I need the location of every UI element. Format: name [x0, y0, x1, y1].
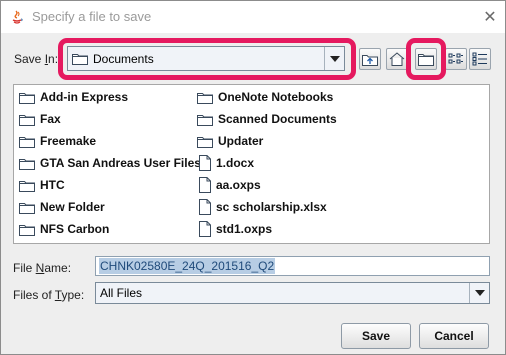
chevron-down-icon [474, 290, 485, 296]
list-view-button[interactable] [445, 48, 467, 70]
list-item[interactable]: 1.docx [199, 154, 254, 172]
title-bar: Specify a file to save ✕ [1, 1, 505, 33]
folder-icon [19, 202, 35, 214]
files-of-type-value: All Files [100, 286, 143, 300]
file-icon [199, 199, 211, 215]
window-title: Specify a file to save [32, 9, 152, 24]
save-in-label: Save In: [14, 52, 59, 66]
save-button[interactable]: Save [341, 323, 411, 349]
list-item[interactable]: Scanned Documents [197, 110, 337, 128]
file-icon [199, 177, 211, 193]
list-item[interactable]: GTA San Andreas User Files [19, 154, 201, 172]
new-folder-highlight [406, 38, 446, 80]
list-item[interactable]: Fax [19, 110, 61, 128]
folder-icon [19, 180, 35, 192]
cancel-button[interactable]: Cancel [419, 323, 489, 349]
files-of-type-label: Files of Type: [13, 288, 85, 302]
folder-icon [19, 224, 35, 236]
list-view-icon [448, 53, 463, 64]
folder-icon [19, 158, 35, 170]
folder-icon [197, 136, 213, 148]
folder-icon [197, 114, 213, 126]
folder-icon [19, 114, 35, 126]
list-item[interactable]: Add-in Express [19, 88, 128, 106]
save-dialog: Specify a file to save ✕ Save In: Docume… [0, 0, 506, 355]
list-item[interactable]: NFS Carbon [19, 220, 109, 238]
folder-icon [19, 136, 35, 148]
up-one-level-button[interactable] [359, 48, 381, 70]
file-icon [199, 221, 211, 237]
close-icon: ✕ [483, 6, 497, 26]
file-name-input[interactable]: CHNK02580E_24Q_201516_Q2 [95, 256, 490, 276]
list-item[interactable]: aa.oxps [199, 176, 261, 194]
list-item[interactable]: sc scholarship.xlsx [199, 198, 327, 216]
home-icon [389, 52, 405, 66]
file-icon [199, 155, 211, 171]
java-icon [12, 10, 23, 24]
list-item[interactable]: Freemake [19, 132, 96, 150]
file-name-label: File Name: [13, 261, 72, 275]
details-view-icon [472, 52, 487, 66]
files-of-type-dropdown-arrow[interactable] [469, 283, 489, 303]
list-item[interactable]: New Folder [19, 198, 105, 216]
up-folder-icon [362, 55, 378, 66]
list-item[interactable]: Updater [197, 132, 263, 150]
files-of-type-combo[interactable]: All Files [95, 282, 490, 304]
file-name-value: CHNK02580E_24Q_201516_Q2 [99, 258, 276, 274]
close-button[interactable]: ✕ [475, 1, 505, 31]
home-button[interactable] [386, 48, 408, 70]
list-item[interactable]: HTC [19, 176, 65, 194]
list-item[interactable]: OneNote Notebooks [197, 88, 333, 106]
details-view-button[interactable] [469, 48, 491, 70]
list-item[interactable]: std1.oxps [199, 220, 272, 238]
file-list[interactable]: Add-in Express Fax Freemake GTA San Andr… [13, 84, 490, 244]
folder-icon [197, 92, 213, 104]
save-in-highlight [58, 38, 356, 80]
folder-icon [19, 92, 35, 104]
